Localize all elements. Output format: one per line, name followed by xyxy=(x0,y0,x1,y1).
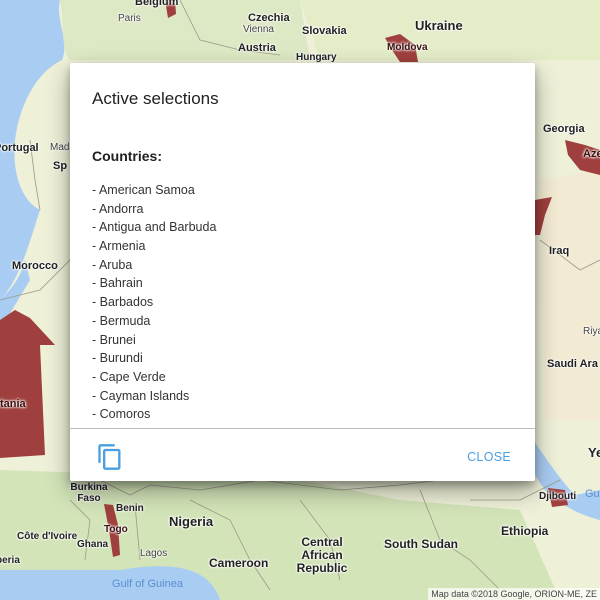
country-list-item: - Burundi xyxy=(92,351,143,366)
dialog-scroll-area[interactable]: Countries: - American Samoa - Andorra - An… xyxy=(70,123,535,429)
country-list-item: - Antigua and Barbuda xyxy=(92,220,217,235)
active-selections-dialog: Active selections Countries: - American … xyxy=(70,63,535,481)
country-list-item: - Brunei xyxy=(92,332,136,347)
countries-heading: Countries: xyxy=(92,148,162,164)
dialog-divider xyxy=(70,428,535,429)
country-list-item: - Bermuda xyxy=(92,313,151,328)
country-list-item: - Armenia xyxy=(92,239,146,254)
dialog-title: Active selections xyxy=(92,89,219,108)
country-list-item: - Barbados xyxy=(92,295,154,310)
country-list-item: - Comoros xyxy=(92,407,151,422)
country-list-item: - Andorra xyxy=(92,201,144,216)
dialog-body: Countries: - American Samoa - Andorra - An… xyxy=(70,123,535,489)
copy-button[interactable] xyxy=(96,443,124,471)
country-list-item: - American Samoa xyxy=(92,183,195,197)
country-list-item: - Aruba xyxy=(92,257,133,272)
country-list-item: - Bahrain xyxy=(92,276,143,291)
copy-icon xyxy=(98,444,121,470)
country-list: - American Samoa - Andorra - Antigua and B… xyxy=(92,181,216,429)
country-list-item: - Cape Verde xyxy=(92,369,166,384)
close-button[interactable]: CLOSE xyxy=(459,446,519,468)
country-list-item: - Cayman Islands xyxy=(92,388,190,403)
